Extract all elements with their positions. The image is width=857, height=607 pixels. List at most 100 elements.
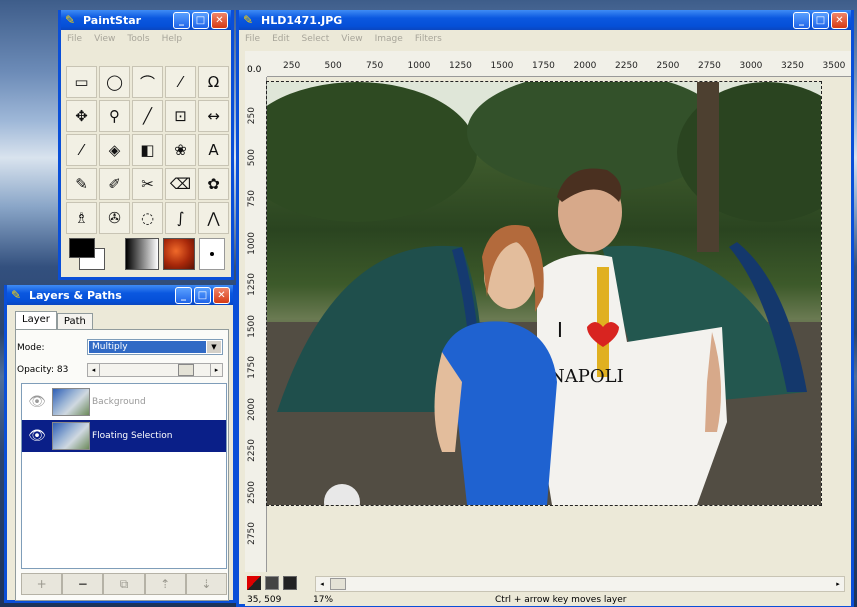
status-hint: Ctrl + arrow key moves layer	[495, 595, 627, 605]
status-coords: 35, 509	[247, 595, 282, 605]
smear-icon: ∫	[176, 209, 185, 227]
toolbox-titlebar[interactable]: ✎ PaintStar _ □ ✕	[61, 10, 231, 30]
airbrush-tool-button[interactable]: ✂	[132, 168, 163, 200]
photo-canvas[interactable]: I NAPOLI	[266, 81, 822, 506]
dodge-tool-button[interactable]: ✇	[99, 202, 130, 234]
tab-path[interactable]: Path	[56, 313, 93, 329]
minimize-button[interactable]: _	[793, 12, 810, 29]
maximize-button[interactable]: □	[812, 12, 829, 29]
fill-icon: ◈	[108, 141, 121, 159]
menu-help[interactable]: Help	[162, 34, 183, 44]
gradient-tool-button[interactable]: ◧	[132, 134, 163, 166]
move-tool-button[interactable]: ✥	[66, 100, 97, 132]
layer-list: 👁 Background 👁 Floating Selection	[21, 383, 227, 569]
minimize-button[interactable]: _	[175, 287, 192, 304]
flip-icon: ↔	[207, 107, 220, 125]
lower-layer-button[interactable]: ⇣	[185, 573, 228, 595]
pattern-swatch[interactable]	[163, 238, 195, 270]
close-button[interactable]: ✕	[213, 287, 230, 304]
slider-thumb[interactable]	[178, 364, 194, 376]
toolbox-menubar: File View Tools Help	[61, 30, 231, 48]
crop-tool-button[interactable]: ⊡	[165, 100, 196, 132]
layer-background[interactable]: 👁 Background	[22, 386, 226, 418]
ruler-tick-label: 1000	[247, 231, 257, 255]
ruler-tick-label: 500	[247, 148, 257, 166]
stamp-tool-button[interactable]: ✿	[198, 168, 229, 200]
layers-tabs: Layer Path	[15, 311, 93, 329]
text-tool-button[interactable]: A	[198, 134, 229, 166]
menu-file[interactable]: File	[67, 34, 82, 44]
smear-tool-button[interactable]: ∫	[165, 202, 196, 234]
zoom-icon: ⚲	[109, 107, 120, 125]
duplicate-layer-button[interactable]: ⧉	[103, 573, 145, 595]
horizontal-scrollbar[interactable]: ◂ ▸	[315, 576, 845, 592]
brush-tool-button[interactable]: ✐	[99, 168, 130, 200]
magic-wand-tool-button[interactable]: ⁄	[165, 66, 196, 98]
ruler-tick-label: 1000	[407, 61, 431, 71]
menu-tools[interactable]: Tools	[127, 34, 149, 44]
menu-select[interactable]: Select	[302, 34, 330, 44]
gradient-swatch[interactable]	[125, 238, 159, 270]
close-button[interactable]: ✕	[211, 12, 228, 29]
image-titlebar[interactable]: ✎ HLD1471.JPG _ □ ✕	[239, 10, 851, 30]
add-layer-button[interactable]: +	[21, 573, 63, 595]
clone-tool-button[interactable]: ❀	[165, 134, 196, 166]
layers-titlebar[interactable]: ✎ Layers & Paths _ □ ✕	[7, 285, 233, 305]
scroll-right-arrow[interactable]: ▸	[832, 577, 844, 591]
svg-text:NAPOLI: NAPOLI	[549, 366, 624, 387]
quick-mask-icon[interactable]	[247, 576, 261, 590]
menu-file[interactable]: File	[245, 34, 260, 44]
flip-tool-button[interactable]: ↔	[198, 100, 229, 132]
eraser-tool-button[interactable]: ⌫	[165, 168, 196, 200]
chevron-down-icon[interactable]: ▼	[207, 341, 221, 353]
eye-icon[interactable]: 👁	[22, 394, 52, 410]
slider-right-arrow[interactable]: ▸	[210, 364, 222, 376]
eye-icon[interactable]: 👁	[22, 428, 52, 444]
maximize-button[interactable]: □	[194, 287, 211, 304]
menu-edit[interactable]: Edit	[272, 34, 289, 44]
layer-mode-icon[interactable]	[265, 576, 279, 590]
menu-image[interactable]: Image	[375, 34, 403, 44]
toolbox-title: PaintStar	[83, 13, 142, 27]
fg-color-swatch[interactable]	[69, 238, 95, 258]
floppy-icon[interactable]	[283, 576, 297, 590]
opacity-slider[interactable]: ◂ ▸	[87, 363, 223, 377]
measure-tool-button[interactable]: ⋀	[198, 202, 229, 234]
ruler-tick-label: 3000	[739, 61, 763, 71]
ruler-tick-label: 250	[247, 107, 257, 125]
blur-tool-button[interactable]: ◌	[132, 202, 163, 234]
menu-view[interactable]: View	[341, 34, 362, 44]
ellipse-select-icon: ◯	[106, 73, 123, 91]
menu-view[interactable]: View	[94, 34, 115, 44]
layer-floating-selection[interactable]: 👁 Floating Selection	[22, 420, 226, 452]
line-tool-button[interactable]: ╱	[132, 100, 163, 132]
scroll-left-arrow[interactable]: ◂	[316, 577, 328, 591]
delete-layer-button[interactable]: −	[62, 573, 104, 595]
pencil-tool-button[interactable]: ✎	[66, 168, 97, 200]
opacity-label: Opacity: 83	[17, 365, 69, 375]
measure-icon: ⋀	[207, 209, 220, 227]
eyedropper-tool-button[interactable]: ⁄	[66, 134, 97, 166]
ruler-origin: 0.0	[245, 51, 267, 77]
canvas-area[interactable]: I NAPOLI	[266, 77, 851, 572]
smudge-tool-button[interactable]: ♗	[66, 202, 97, 234]
minimize-button[interactable]: _	[173, 12, 190, 29]
ruler-tick-label: 1500	[247, 314, 257, 338]
rect-select-tool-button[interactable]: ▭	[66, 66, 97, 98]
ellipse-select-tool-button[interactable]: ◯	[99, 66, 130, 98]
menu-filters[interactable]: Filters	[415, 34, 442, 44]
ruler-tick-label: 2250	[615, 61, 638, 71]
close-button[interactable]: ✕	[831, 12, 848, 29]
fill-tool-button[interactable]: ◈	[99, 134, 130, 166]
maximize-button[interactable]: □	[192, 12, 209, 29]
brush-size-swatch[interactable]	[199, 238, 225, 270]
slider-left-arrow[interactable]: ◂	[88, 364, 100, 376]
raise-layer-button[interactable]: ⇡	[144, 573, 186, 595]
scroll-thumb[interactable]	[330, 578, 346, 590]
tab-layer[interactable]: Layer	[15, 311, 57, 329]
path-tool-button[interactable]: Ω	[198, 66, 229, 98]
line-icon: ╱	[142, 107, 153, 125]
mode-select[interactable]: Multiply ▼	[87, 339, 223, 355]
lasso-tool-button[interactable]: ⌒	[132, 66, 163, 98]
zoom-tool-button[interactable]: ⚲	[99, 100, 130, 132]
